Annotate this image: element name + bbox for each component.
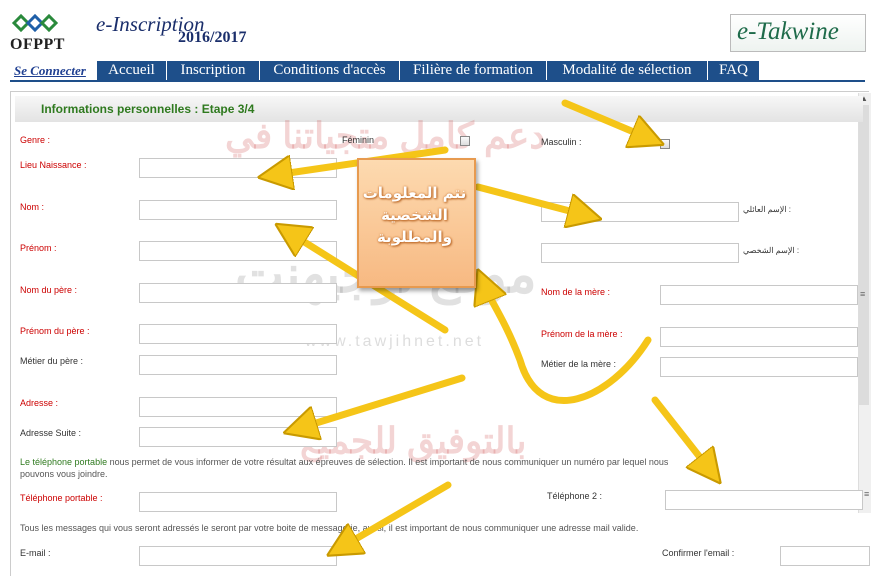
metier-mere-label: Métier de la mère : xyxy=(541,359,617,369)
nav-connect-link[interactable]: Se Connecter xyxy=(14,63,86,79)
callout-line2: الشخصية xyxy=(381,206,448,224)
prenom-pere-label: Prénom du père : xyxy=(20,326,90,336)
metier-pere-label: Métier du père : xyxy=(20,356,84,366)
logo-text: OFPPT xyxy=(10,36,65,53)
metier-pere-input[interactable] xyxy=(139,355,337,375)
scroll-grip-icon-2: ≡ xyxy=(864,489,870,499)
scrollbar-thumb[interactable] xyxy=(859,105,869,405)
nav-inscription[interactable]: Inscription xyxy=(167,61,260,80)
tel2-label: Téléphone 2 : xyxy=(547,491,603,501)
tel-portable-label: Téléphone portable : xyxy=(20,493,103,503)
adresse-label: Adresse : xyxy=(20,398,59,408)
nom-arabe-input[interactable] xyxy=(541,202,739,222)
prenom-input[interactable] xyxy=(139,241,337,261)
feminin-checkbox[interactable] xyxy=(460,136,470,146)
telephone-note-highlight: Le téléphone portable xyxy=(20,457,108,467)
genre-label: Genre : xyxy=(20,135,51,145)
nom-label: Nom : xyxy=(20,202,45,212)
prenom-label: Prénom : xyxy=(20,243,57,253)
scroll-grip-icon: ≡ xyxy=(860,289,866,299)
nom-mere-input[interactable] xyxy=(660,285,858,305)
year-label: 2016/2017 xyxy=(178,29,247,46)
feminin-label: Féminin xyxy=(342,135,375,145)
nav-faq[interactable]: FAQ xyxy=(708,61,760,80)
nav-filiere[interactable]: Filière de formation xyxy=(400,61,547,80)
callout-text: نتم المعلومات الشخصية والمطلوبة xyxy=(359,182,470,248)
nav-underline xyxy=(10,80,865,82)
telephone-note: Le téléphone portable nous permet de vou… xyxy=(20,457,710,467)
telephone-note-text: nous permet de vous informer de votre ré… xyxy=(107,457,669,467)
adresse-suite-label: Adresse Suite : xyxy=(20,428,82,438)
nom-mere-label: Nom de la mère : xyxy=(541,287,611,297)
nom-pere-label: Nom du père : xyxy=(20,285,78,295)
nav-conditions[interactable]: Conditions d'accès xyxy=(260,61,400,80)
prenom-arabe-input[interactable] xyxy=(541,243,739,263)
email-note: Tous les messages qui vous seront adress… xyxy=(20,523,639,533)
email-label: E-mail : xyxy=(20,548,51,558)
nom-arabe-label: الإسم العائلي : xyxy=(743,205,791,214)
metier-mere-input[interactable] xyxy=(660,357,858,377)
nav-modalite[interactable]: Modalité de sélection xyxy=(547,61,708,80)
telephone-note-line2: pouvons vous joindre. xyxy=(20,469,108,479)
prenom-mere-label: Prénom de la mère : xyxy=(541,329,623,339)
confirm-email-label: Confirmer l'email : xyxy=(662,548,735,558)
adresse-suite-input[interactable] xyxy=(139,427,337,447)
adresse-input[interactable] xyxy=(139,397,337,417)
masculin-checkbox[interactable] xyxy=(660,139,670,149)
prenom-mere-input[interactable] xyxy=(660,327,858,347)
tel2-input[interactable] xyxy=(665,490,863,510)
confirm-email-input[interactable] xyxy=(780,546,870,566)
nav-accueil[interactable]: Accueil xyxy=(97,61,167,80)
section-title: Informations personnelles : Etape 3/4 xyxy=(41,102,255,116)
prenom-arabe-label: الإسم الشخصي : xyxy=(743,246,800,255)
callout-line1: نتم المعلومات xyxy=(362,184,467,202)
nom-pere-input[interactable] xyxy=(139,283,337,303)
watermark-line1: دعم كامل متجياتنا في xyxy=(225,115,546,156)
nom-input[interactable] xyxy=(139,200,337,220)
prenom-pere-input[interactable] xyxy=(139,324,337,344)
tel-portable-input[interactable] xyxy=(139,492,337,512)
lieu-naissance-input[interactable] xyxy=(139,158,337,178)
masculin-label: Masculin : xyxy=(541,137,582,147)
brand-logo: e-Takwine xyxy=(737,18,839,45)
email-input[interactable] xyxy=(139,546,337,566)
lieu-naissance-label: Lieu Naissance : xyxy=(20,160,87,170)
callout-line3: والمطلوبة xyxy=(376,228,453,246)
